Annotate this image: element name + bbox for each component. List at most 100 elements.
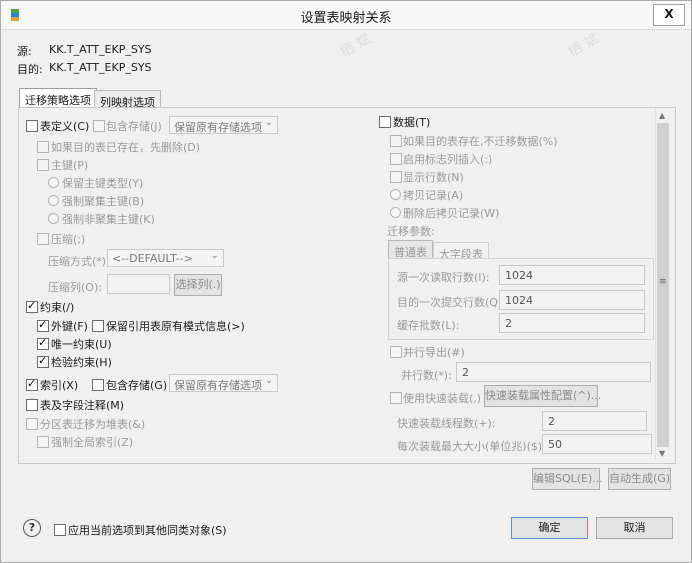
partition-heap-label: 分区表迁移为堆表(&) bbox=[40, 418, 146, 431]
select-cols-button[interactable]: 选择列(.) bbox=[174, 274, 222, 296]
compress-method-label: 压缩方式(*): bbox=[48, 255, 110, 268]
keep-ref-schema-checkbox[interactable] bbox=[92, 320, 104, 332]
include-storage2-label: 包含存储(G) bbox=[106, 379, 168, 392]
dialog-window: 设置表映射关系 X 栖 斌 栖 斌 栖 斌 栖 斌 栖 斌 栖 斌 栖 斌 栖 … bbox=[0, 0, 692, 563]
check-constraint-label: 检验约束(H) bbox=[51, 356, 112, 369]
skip-if-exists-checkbox[interactable] bbox=[390, 135, 402, 147]
tab-migration-strategy[interactable]: 迁移策略选项 bbox=[19, 88, 97, 108]
storage-select[interactable]: 保留原有存储选项 ⌄ bbox=[169, 116, 278, 134]
data-checkbox[interactable] bbox=[379, 116, 391, 128]
read-rows-label: 源一次读取行数(I): bbox=[397, 271, 490, 284]
force-global-index-checkbox[interactable] bbox=[37, 436, 49, 448]
show-rows-label: 显示行数(N) bbox=[403, 171, 464, 184]
target-value: KK.T_ATT_EKP_SYS bbox=[49, 61, 152, 74]
compress-cols-input[interactable] bbox=[107, 274, 170, 294]
source-label: 源: bbox=[17, 45, 32, 58]
subtab-lob[interactable]: 大字段表 bbox=[433, 242, 489, 261]
chevron-down-icon: ⌄ bbox=[210, 250, 219, 261]
table-def-checkbox[interactable] bbox=[26, 120, 38, 132]
if-exists-label: 如果目的表已存在，先删除(D) bbox=[51, 141, 201, 154]
keep-pk-label: 保留主键类型(Y) bbox=[62, 177, 144, 190]
include-storage-label: 包含存储(J) bbox=[106, 120, 162, 133]
close-button[interactable]: X bbox=[653, 4, 685, 26]
title-bar: 设置表映射关系 X bbox=[1, 1, 691, 30]
commit-rows-label: 目的一次提交行数(Q): bbox=[397, 296, 506, 309]
unique-checkbox[interactable] bbox=[37, 336, 49, 350]
force-global-index-label: 强制全局索引(Z) bbox=[51, 436, 134, 449]
auto-generate-button[interactable]: 自动生成(G) bbox=[608, 468, 671, 490]
compress-method-select[interactable]: <--DEFAULT--> ⌄ bbox=[107, 249, 224, 267]
partition-heap-checkbox[interactable] bbox=[26, 418, 38, 430]
read-rows-input[interactable]: 1024 bbox=[499, 265, 645, 285]
scroll-up-icon[interactable]: ▲ bbox=[659, 111, 665, 120]
watermark: 栖 斌 bbox=[337, 30, 374, 61]
target-label: 目的: bbox=[17, 63, 43, 76]
apply-same-checkbox[interactable] bbox=[54, 524, 66, 536]
unique-label: 唯一约束(U) bbox=[51, 338, 112, 351]
fast-load-config-button[interactable]: 快速装载属性配置(^)... bbox=[484, 385, 601, 407]
identity-insert-checkbox[interactable] bbox=[390, 153, 402, 165]
watermark: 栖 斌 bbox=[565, 30, 602, 61]
index-label: 索引(X) bbox=[40, 379, 79, 392]
help-icon[interactable]: ? bbox=[23, 519, 41, 537]
compress-checkbox[interactable] bbox=[37, 233, 49, 245]
parallel-count-label: 并行数(*): bbox=[401, 369, 452, 382]
table-comment-checkbox[interactable] bbox=[26, 399, 38, 411]
ok-button[interactable]: 确定 bbox=[511, 517, 588, 539]
skip-if-exists-label: 如果目的表存在,不迁移数据(%) bbox=[403, 135, 558, 148]
delete-then-copy-radio[interactable] bbox=[390, 207, 401, 218]
parallel-export-checkbox[interactable] bbox=[390, 346, 402, 358]
force-clustered-radio[interactable] bbox=[48, 195, 59, 206]
edit-sql-button[interactable]: 编辑SQL(E)... bbox=[532, 468, 603, 490]
index-checkbox[interactable] bbox=[26, 377, 38, 391]
compress-method-value: <--DEFAULT--> bbox=[112, 252, 193, 265]
max-size-label: 每次装载最大大小(单位兆)($): bbox=[397, 440, 546, 453]
keep-ref-schema-label: 保留引用表原有模式信息(>) bbox=[106, 320, 245, 333]
parallel-export-label: 并行导出(#) bbox=[403, 346, 465, 359]
include-storage-checkbox[interactable] bbox=[93, 120, 105, 132]
fast-threads-label: 快速装载线程数(+): bbox=[397, 417, 496, 430]
source-value: KK.T_ATT_EKP_SYS bbox=[49, 43, 152, 56]
cancel-button[interactable]: 取消 bbox=[596, 517, 673, 539]
include-storage2-checkbox[interactable] bbox=[92, 379, 104, 391]
constraint-checkbox[interactable] bbox=[26, 299, 38, 313]
apply-same-label: 应用当前选项到其他同类对象(S) bbox=[68, 524, 227, 537]
parallel-count-input[interactable]: 2 bbox=[456, 362, 651, 382]
table-comment-label: 表及字段注释(M) bbox=[40, 399, 125, 412]
keep-pk-radio[interactable] bbox=[48, 177, 59, 188]
storage-select-2[interactable]: 保留原有存储选项 ⌄ bbox=[169, 374, 278, 392]
copy-records-label: 拷贝记录(A) bbox=[403, 189, 464, 202]
scroll-grip-icon: ≡ bbox=[659, 277, 667, 287]
delete-then-copy-label: 删除后拷贝记录(W) bbox=[403, 207, 500, 220]
force-nonclustered-radio[interactable] bbox=[48, 213, 59, 224]
compress-cols-label: 压缩列(O): bbox=[48, 281, 102, 294]
primary-key-label: 主键(P) bbox=[51, 159, 89, 172]
max-size-input[interactable]: 50 bbox=[542, 434, 652, 454]
fast-load-label: 使用快速装载(,) bbox=[403, 392, 482, 405]
constraint-label: 约束(/) bbox=[40, 301, 75, 314]
storage-select-value: 保留原有存储选项 bbox=[174, 121, 262, 134]
check-constraint-checkbox[interactable] bbox=[37, 354, 49, 368]
fast-threads-input[interactable]: 2 bbox=[542, 411, 647, 431]
storage-select-2-value: 保留原有存储选项 bbox=[174, 379, 262, 392]
fast-load-checkbox[interactable] bbox=[390, 392, 402, 404]
force-nonclustered-label: 强制非聚集主键(K) bbox=[62, 213, 155, 226]
identity-insert-label: 启用标志列插入(:) bbox=[403, 153, 493, 166]
batch-input[interactable]: 2 bbox=[499, 313, 645, 333]
if-exists-checkbox[interactable] bbox=[37, 141, 49, 153]
table-def-label: 表定义(C) bbox=[40, 120, 90, 133]
commit-rows-input[interactable]: 1024 bbox=[499, 290, 645, 310]
scroll-down-icon[interactable]: ▼ bbox=[659, 449, 665, 458]
copy-records-radio[interactable] bbox=[390, 189, 401, 200]
tab-column-mapping[interactable]: 列映射选项 bbox=[94, 90, 161, 109]
subtab-normal[interactable]: 普通表 bbox=[388, 240, 433, 259]
window-title: 设置表映射关系 bbox=[300, 11, 392, 26]
chevron-down-icon: ⌄ bbox=[264, 117, 273, 128]
show-rows-checkbox[interactable] bbox=[390, 171, 402, 183]
primary-key-checkbox[interactable] bbox=[37, 159, 49, 171]
data-label: 数据(T) bbox=[393, 116, 431, 129]
foreign-key-label: 外键(F) bbox=[51, 320, 88, 333]
foreign-key-checkbox[interactable] bbox=[37, 318, 49, 332]
batch-label: 缓存批数(L): bbox=[397, 319, 460, 332]
params-label: 迁移参数: bbox=[387, 225, 435, 238]
